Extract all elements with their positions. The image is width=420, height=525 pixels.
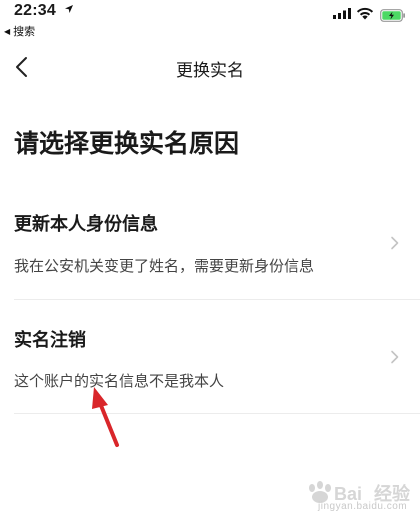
status-bar: 22:34 (0, 0, 420, 24)
option-title: 更新本人身份信息 (14, 214, 158, 235)
location-arrow-icon (65, 5, 73, 13)
watermark-url: jingyan.baidu.com (318, 501, 408, 512)
back-triangle-icon: ◀ (4, 27, 11, 36)
option-cancel-real-name[interactable]: 实名注销 这个账户的实名信息不是我本人 (0, 310, 420, 414)
option-description: 我在公安机关变更了姓名，需要更新身份信息 (14, 257, 315, 275)
divider (14, 413, 420, 414)
navigation-bar: 更换实名 (0, 44, 420, 90)
page-heading: 请选择更换实名原因 (14, 129, 240, 158)
chevron-right-icon (391, 236, 399, 250)
status-time: 22:34 (14, 2, 56, 19)
battery-charging-icon (380, 9, 405, 22)
back-to-app-link[interactable]: ◀ 搜索 (4, 23, 35, 39)
option-title: 实名注销 (14, 330, 86, 351)
back-app-label: 搜索 (13, 25, 36, 38)
divider (14, 299, 420, 300)
option-update-identity[interactable]: 更新本人身份信息 我在公安机关变更了姓名，需要更新身份信息 (0, 196, 420, 300)
wifi-icon (356, 7, 374, 20)
chevron-right-icon (391, 350, 399, 364)
cellular-signal-icon (333, 8, 351, 19)
annotation-arrow-icon (92, 387, 119, 447)
nav-title: 更换实名 (176, 61, 244, 81)
